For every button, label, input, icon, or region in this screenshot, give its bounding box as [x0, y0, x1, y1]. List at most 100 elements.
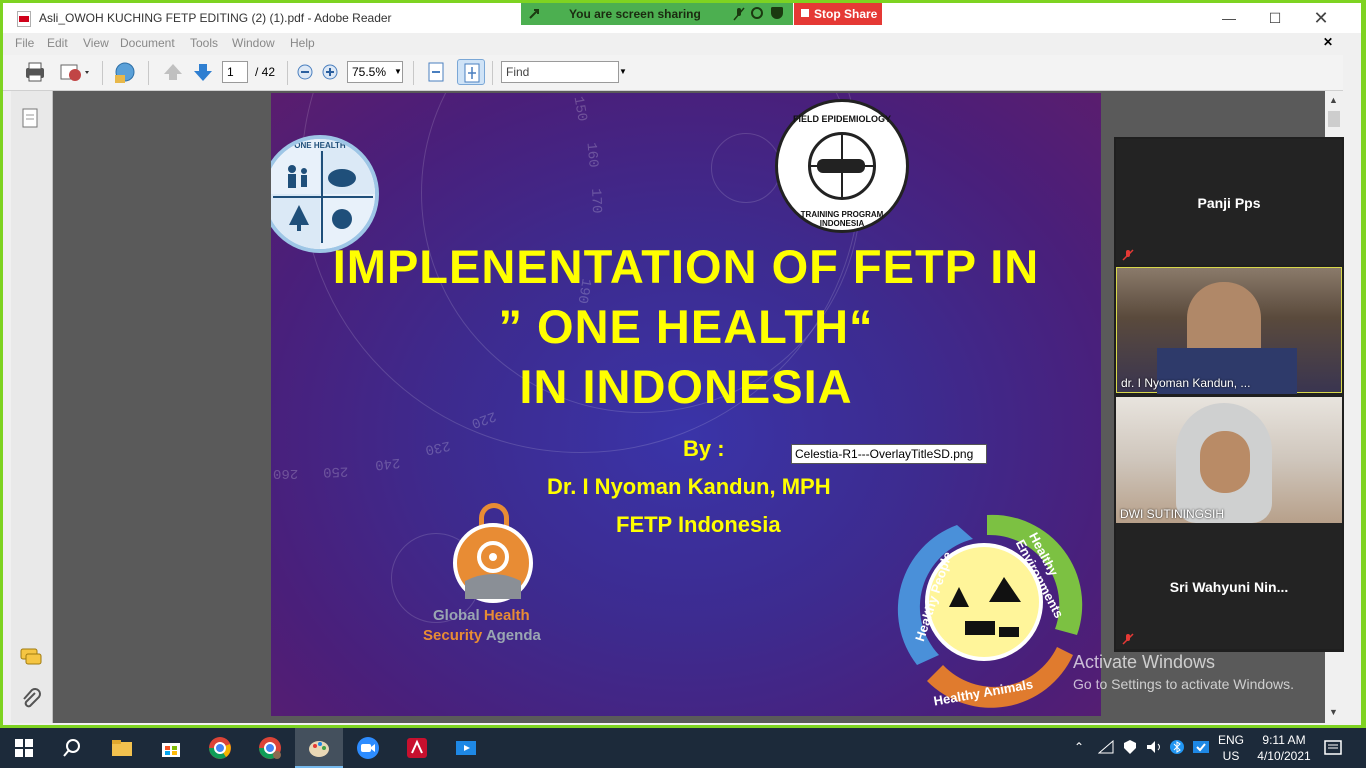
participant-tile[interactable]: Sri Wahyuni Nin... — [1116, 523, 1342, 649]
ghsa-word-security: Security — [423, 627, 486, 644]
adobe-reader-icon[interactable] — [405, 736, 429, 760]
mute-mic-icon[interactable] — [733, 7, 745, 21]
window-title: Asli_OWOH KUCHING FETP EDITING (2) (1).p… — [39, 11, 392, 25]
minimize-button[interactable]: — — [1209, 7, 1249, 29]
pages-icon[interactable] — [21, 107, 41, 129]
teams-icon[interactable] — [1192, 739, 1210, 755]
paint-icon — [309, 741, 329, 757]
menu-window[interactable]: Window — [232, 36, 275, 50]
toolbar-separator — [148, 61, 149, 85]
menu-file[interactable]: File — [15, 36, 34, 50]
participant-tile[interactable]: Panji Pps — [1116, 139, 1342, 265]
find-dropdown-icon[interactable]: ▼ — [619, 67, 627, 76]
search-icon[interactable] — [60, 736, 84, 760]
page-number-input[interactable]: 1 — [222, 61, 248, 83]
windows-start-icon[interactable] — [12, 736, 36, 760]
stop-share-button[interactable]: Stop Share — [794, 3, 882, 25]
record-icon[interactable] — [751, 7, 763, 19]
scroll-down-icon[interactable]: ▼ — [1329, 707, 1338, 717]
biohazard-globe-icon — [453, 523, 533, 603]
previous-page-icon[interactable] — [159, 59, 187, 85]
participant-video-tile[interactable]: DWI SUTININGSIH — [1116, 397, 1342, 523]
media-player-icon[interactable] — [454, 736, 478, 760]
muted-mic-icon — [1122, 249, 1134, 261]
participant-name: Sri Wahyuni Nin... — [1169, 579, 1289, 595]
one-health-logo: ONE HEALTH — [271, 135, 379, 253]
close-window-button[interactable]: ✕ — [1301, 7, 1341, 29]
muted-mic-icon — [1122, 633, 1134, 645]
input-language-indicator[interactable]: ENG US — [1216, 732, 1246, 764]
dial-mark: 250 — [322, 462, 349, 480]
tree-icon — [289, 205, 309, 231]
logo-divider — [321, 151, 323, 243]
menu-edit[interactable]: Edit — [47, 36, 68, 50]
zoom-in-icon[interactable] — [320, 59, 340, 85]
toolbar-separator — [102, 61, 103, 85]
participant-name: dr. I Nyoman Kandun, ... — [1121, 376, 1251, 390]
chrome-icon[interactable] — [208, 736, 232, 760]
scroll-thumb[interactable] — [1328, 111, 1340, 127]
one-health-cycle-logo: Healthy People Healthy Environments Heal… — [877, 505, 1101, 715]
dial-mark: 160 — [582, 141, 601, 169]
close-document-icon[interactable]: ✕ — [1323, 35, 1333, 49]
menu-help[interactable]: Help — [290, 36, 315, 50]
security-shield-icon[interactable] — [771, 7, 783, 19]
pdf-slide: 150 160 170 190 220 230 240 250 260 ONE … — [271, 93, 1101, 716]
store-icon[interactable] — [159, 736, 183, 760]
watermark-title: Activate Windows — [1073, 652, 1216, 672]
print-icon[interactable] — [21, 59, 49, 85]
show-hidden-icons-icon[interactable]: ⌃ — [1074, 740, 1084, 754]
chrome-profile-icon[interactable] — [258, 736, 282, 760]
file-tooltip: Celestia-R1---OverlayTitleSD.png — [791, 444, 987, 464]
participant-video-tile[interactable]: dr. I Nyoman Kandun, ... — [1116, 267, 1342, 394]
collaborate-icon[interactable] — [111, 59, 139, 85]
toolbar-separator — [287, 61, 288, 85]
toolbar: 1 / 42 75.5% ▼ Find ▼ — [3, 55, 1343, 91]
apple-icon — [332, 209, 352, 229]
participant-name: DWI SUTININGSIH — [1120, 507, 1224, 521]
ghsa-name-line-1: Global Health — [433, 607, 530, 624]
slide-title-line-2: ” ONE HEALTH“ — [498, 300, 874, 353]
clock-date: 4/10/2021 — [1257, 749, 1311, 763]
system-clock[interactable]: 9:11 AM 4/10/2021 — [1254, 732, 1314, 764]
logo-divider — [273, 196, 373, 198]
share-document-icon[interactable] — [57, 59, 95, 85]
fit-page-icon[interactable] — [457, 59, 485, 85]
screen-share-bar: You are screen sharing — [521, 3, 793, 25]
author-organization: FETP Indonesia — [616, 512, 781, 537]
slide-title-line-1: IMPLENENTATION OF FETP IN — [332, 240, 1040, 293]
taskbar-active-app[interactable] — [295, 728, 343, 768]
share-pin-icon — [529, 9, 539, 19]
comments-icon[interactable] — [19, 647, 43, 667]
participant-video-face — [1200, 431, 1250, 493]
file-explorer-icon[interactable] — [110, 736, 134, 760]
volume-icon[interactable] — [1146, 740, 1164, 754]
zoom-app-icon[interactable] — [356, 736, 380, 760]
maximize-button[interactable]: ☐ — [1255, 7, 1295, 29]
by-label: By : — [683, 436, 725, 461]
one-health-logo-text: ONE HEALTH — [294, 141, 346, 150]
scrolling-mode-icon[interactable] — [423, 59, 451, 85]
find-input[interactable]: Find — [501, 61, 619, 83]
menu-tools[interactable]: Tools — [190, 36, 218, 50]
participant-name: Panji Pps — [1197, 195, 1261, 211]
toolbar-separator — [413, 61, 414, 85]
attachments-icon[interactable] — [19, 687, 43, 711]
menu-view[interactable]: View — [83, 36, 109, 50]
menu-document[interactable]: Document — [120, 36, 175, 50]
navigation-panel — [11, 91, 53, 723]
windows-taskbar: ⌃ ENG US 9:11 AM 4/10/2021 — [0, 728, 1366, 768]
zoom-dropdown-icon[interactable]: ▼ — [394, 67, 402, 76]
bluetooth-icon[interactable] — [1170, 739, 1184, 755]
scroll-up-icon[interactable]: ▲ — [1329, 95, 1338, 105]
security-shield-icon[interactable] — [1122, 739, 1138, 755]
slide-title-line-3: IN INDONESIA — [519, 360, 853, 413]
notifications-icon[interactable] — [1324, 739, 1342, 757]
fetp-logo-top-text: FIELD EPIDEMIOLOGY — [792, 114, 891, 124]
next-page-icon[interactable] — [189, 59, 217, 85]
indonesia-map-shape — [817, 159, 865, 173]
network-icon[interactable] — [1098, 740, 1114, 754]
ghsa-word-health: Health — [483, 607, 530, 624]
zoom-out-icon[interactable] — [295, 59, 315, 85]
animal-icon — [328, 169, 356, 187]
